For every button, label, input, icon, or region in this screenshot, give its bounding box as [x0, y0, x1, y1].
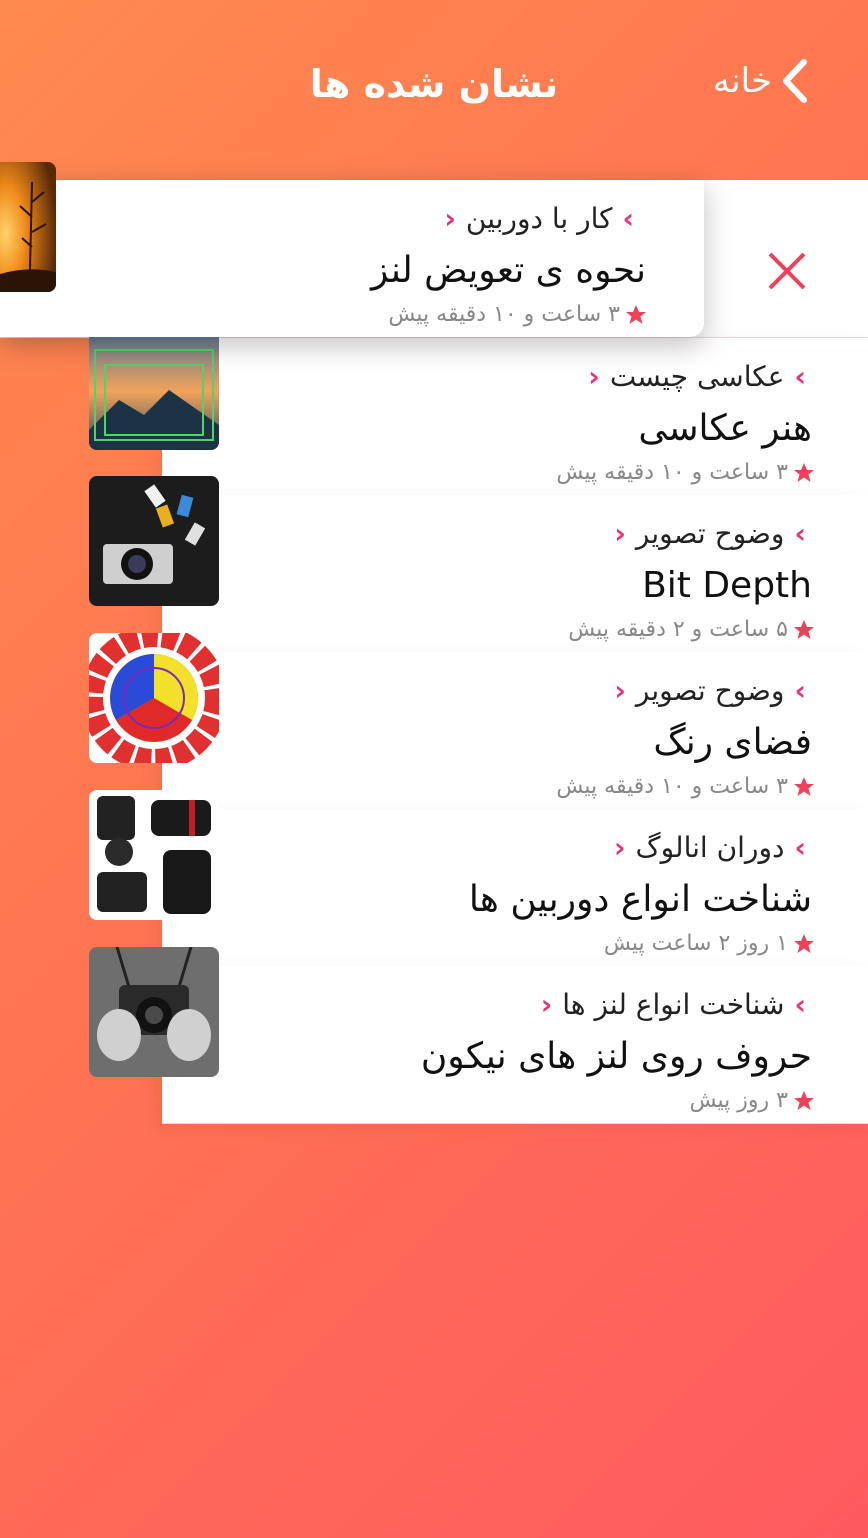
- thumbnail-color-wheel: [89, 633, 219, 763]
- chevron-icon: ›: [794, 831, 806, 864]
- category-label: عکاسی چیست: [609, 360, 785, 393]
- category-label: وضوح تصویر: [635, 674, 785, 707]
- category-link[interactable]: › شناخت انواع لنز ها ‹: [531, 988, 816, 1021]
- category-link[interactable]: › وضوح تصویر ‹: [604, 674, 816, 707]
- bookmark-item-swiped[interactable]: › کار با دوربین ‹ نحوه ی تعویض لنز ۳ ساع…: [0, 180, 704, 337]
- thumbnail-camera-film: [89, 476, 219, 606]
- item-meta: ۳ روز پیش: [690, 1088, 817, 1113]
- item-headline: فضای رنگ: [653, 722, 812, 763]
- item-headline: هنر عکاسی: [638, 408, 812, 449]
- star-icon: [626, 304, 646, 324]
- thumbnail-hands-camera: [89, 947, 219, 1077]
- star-icon: [794, 1090, 814, 1110]
- meta-text: ۳ روز پیش: [689, 1088, 789, 1113]
- item-headline: نحوه ی تعویض لنز: [370, 250, 646, 291]
- star-icon: [794, 776, 814, 796]
- bookmark-item[interactable]: › وضوح تصویر ‹ Bit Depth ۵ ساعت و ۲ دقیق…: [162, 495, 868, 653]
- item-meta: ۳ ساعت و ۱۰ دقیقه پیش: [388, 302, 648, 327]
- bookmark-item[interactable]: › عکاسی چیست ‹ هنر عکاسی ۳ ساعت و ۱۰ دقی…: [162, 338, 868, 496]
- meta-text: ۵ ساعت و ۲ دقیقه پیش: [568, 617, 788, 642]
- bookmark-item[interactable]: › دوران انالوگ ‹ شناخت انواع دوربین ها ۱…: [162, 809, 868, 967]
- thumbnail-sunset: [0, 162, 56, 292]
- category-label: وضوح تصویر: [635, 517, 785, 550]
- meta-text: ۳ ساعت و ۱۰ دقیقه پیش: [556, 460, 788, 485]
- category-link[interactable]: › عکاسی چیست ‹: [578, 360, 816, 393]
- item-headline: Bit Depth: [642, 565, 812, 606]
- header: خانه نشان شده ها: [0, 0, 868, 170]
- bookmark-item[interactable]: › شناخت انواع لنز ها ‹ حروف روی لنز های …: [162, 966, 868, 1124]
- category-link[interactable]: › وضوح تصویر ‹: [604, 517, 816, 550]
- category-link[interactable]: › کار با دوربین ‹: [434, 202, 644, 235]
- chevron-icon: ‹: [444, 202, 456, 235]
- item-meta: ۳ ساعت و ۱۰ دقیقه پیش: [556, 460, 816, 485]
- star-icon: [794, 619, 814, 639]
- page-title: نشان شده ها: [309, 62, 559, 106]
- chevron-icon: ‹: [540, 988, 553, 1021]
- meta-text: ۳ ساعت و ۱۰ دقیقه پیش: [388, 302, 620, 327]
- chevron-icon: ›: [794, 517, 806, 550]
- chevron-icon: ›: [794, 988, 806, 1021]
- chevron-icon: ›: [794, 360, 806, 393]
- meta-text: ۳ ساعت و ۱۰ دقیقه پیش: [556, 774, 788, 799]
- item-headline: شناخت انواع دوربین ها: [468, 879, 812, 920]
- item-meta: ۵ ساعت و ۲ دقیقه پیش: [568, 617, 816, 642]
- close-icon[interactable]: [766, 250, 808, 292]
- bookmark-item[interactable]: › وضوح تصویر ‹ فضای رنگ ۳ ساعت و ۱۰ دقیق…: [162, 652, 868, 810]
- thumbnail-landscape: [89, 320, 219, 450]
- chevron-icon: ›: [622, 202, 634, 235]
- chevron-icon: ‹: [614, 674, 626, 707]
- category-label: شناخت انواع لنز ها: [562, 988, 785, 1021]
- item-headline: حروف روی لنز های نیکون: [420, 1036, 812, 1077]
- meta-text: ۱ روز ۲ ساعت پیش: [603, 931, 788, 956]
- item-meta: ۳ ساعت و ۱۰ دقیقه پیش: [556, 774, 816, 799]
- star-icon: [794, 933, 814, 953]
- chevron-icon: ‹: [588, 360, 600, 393]
- chevron-icon: ‹: [613, 831, 626, 864]
- chevron-icon: ‹: [614, 517, 626, 550]
- category-label: دوران انالوگ: [635, 831, 785, 864]
- category-link[interactable]: › دوران انالوگ ‹: [604, 831, 816, 864]
- star-icon: [794, 462, 814, 482]
- item-meta: ۱ روز ۲ ساعت پیش: [604, 931, 816, 956]
- thumbnail-lenses: [89, 790, 219, 920]
- chevron-icon: ›: [794, 674, 806, 707]
- category-label: کار با دوربین: [465, 202, 613, 235]
